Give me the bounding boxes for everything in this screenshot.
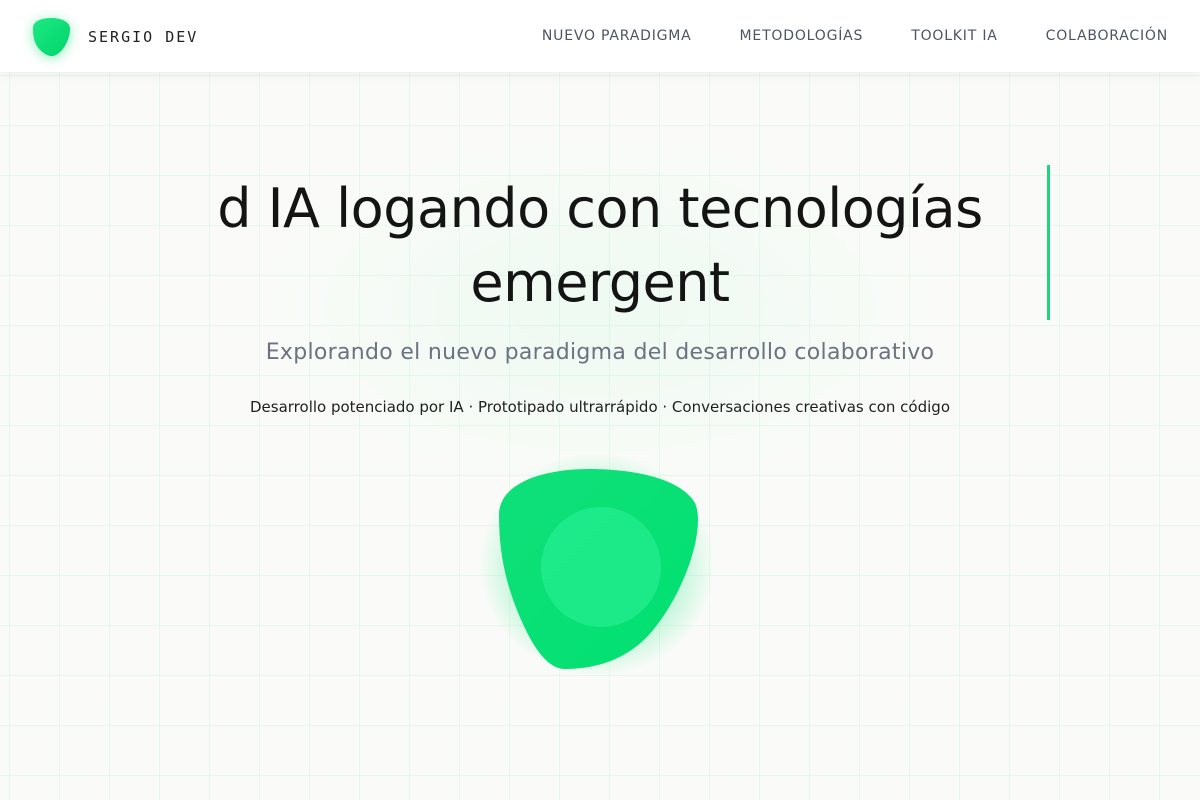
brand-link[interactable]: SERGIO DEV	[30, 15, 198, 59]
nav-metodologias[interactable]: METODOLOGÍAS	[740, 28, 864, 44]
main-nav: NUEVO PARADIGMA METODOLOGÍAS TOOLKIT IA …	[542, 0, 1168, 72]
green-blob-logo-icon	[33, 18, 70, 57]
hero-subtitle: Explorando el nuevo paradigma del desarr…	[265, 340, 935, 365]
nav-nuevo-paradigma[interactable]: NUEVO PARADIGMA	[542, 28, 692, 44]
hero-title-line-2: emergent	[470, 251, 730, 314]
site-header: SERGIO DEV NUEVO PARADIGMA METODOLOGÍAS …	[0, 0, 1200, 72]
brand-name: SERGIO DEV	[88, 28, 199, 46]
hero-title-line-1: d IA logando con tecnologías	[217, 177, 983, 240]
hero-tagline: Desarrollo potenciado por IA · Prototipa…	[249, 398, 950, 416]
hero-section: d IA logando con tecnologías emergent Ex…	[0, 72, 1200, 800]
hero-title: d IA logando con tecnologías emergent	[150, 172, 1050, 320]
nav-toolkit-ia[interactable]: TOOLKIT IA	[911, 28, 997, 44]
typing-cursor	[1047, 165, 1050, 320]
nav-colaboracion[interactable]: COLABORACIÓN	[1046, 28, 1168, 44]
green-blob-orb-icon	[479, 453, 715, 677]
